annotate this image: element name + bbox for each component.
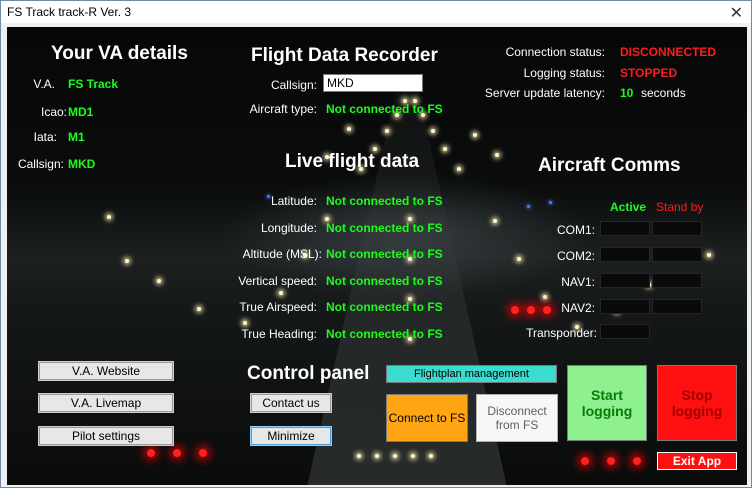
com2-label: COM2:: [556, 249, 595, 263]
nav1-active-field: [600, 273, 650, 288]
window-title: FS Track track-R Ver. 3: [7, 5, 132, 19]
nav2-active-field: [600, 299, 650, 314]
callsign-input[interactable]: [323, 74, 423, 92]
true-heading-value: Not connected to FS: [326, 327, 443, 341]
true-airspeed-label: True Airspeed:: [239, 300, 317, 314]
va-value: FS Track: [68, 77, 119, 91]
contact-us-button[interactable]: Contact us: [250, 393, 332, 413]
com2-active-field: [600, 247, 650, 262]
true-airspeed-value: Not connected to FS: [326, 300, 443, 314]
icao-value: MD1: [68, 105, 94, 119]
aircraft-type-value: Not connected to FS: [326, 102, 443, 116]
altitude-label: Altitude (MSL):: [242, 247, 322, 261]
nav1-standby-field: [652, 273, 702, 288]
connection-status-label: Connection status:: [505, 45, 605, 59]
iata-label: Iata:: [33, 130, 57, 144]
nav2-label: NAV2:: [561, 301, 595, 315]
logging-status-value: STOPPED: [620, 66, 678, 80]
vertical-speed-value: Not connected to FS: [326, 274, 443, 288]
longitude-label: Longitude:: [260, 221, 317, 235]
disconnect-from-fs-button[interactable]: Disconnect from FS: [476, 394, 558, 442]
flightplan-management-button[interactable]: Flightplan management: [386, 365, 557, 383]
close-icon[interactable]: ✕: [730, 3, 743, 23]
fdr-callsign-label: Callsign:: [270, 78, 317, 92]
connection-status-value: DISCONNECTED: [620, 45, 717, 59]
longitude-value: Not connected to FS: [326, 221, 443, 235]
va-details-heading: Your VA details: [51, 43, 188, 64]
latitude-value: Not connected to FS: [326, 194, 443, 208]
live-flight-data-heading: Live flight data: [285, 151, 420, 172]
va-livemap-button[interactable]: V.A. Livemap: [38, 393, 174, 413]
transponder-field: [600, 324, 650, 339]
comms-standby-label: Stand by: [656, 200, 704, 214]
va-callsign-value: MKD: [68, 157, 96, 171]
title-bar: FS Track track-R Ver. 3 ✕: [1, 1, 751, 23]
com1-label: COM1:: [556, 223, 595, 237]
iata-value: M1: [68, 130, 85, 144]
pilot-settings-button[interactable]: Pilot settings: [38, 426, 174, 446]
aircraft-comms-heading: Aircraft Comms: [538, 155, 681, 176]
exit-app-button[interactable]: Exit App: [657, 452, 737, 470]
logging-status-label: Logging status:: [523, 66, 605, 80]
latency-unit: seconds: [641, 86, 686, 100]
true-heading-label: True Heading:: [241, 327, 317, 341]
va-label: V.A.: [33, 77, 55, 91]
main-panel: Your VA details V.A. FS Track Icao: MD1 …: [7, 27, 747, 485]
com1-active-field: [600, 221, 650, 236]
altitude-value: Not connected to FS: [326, 247, 443, 261]
icao-label: Icao:: [40, 105, 67, 119]
va-callsign-label: Callsign:: [17, 157, 64, 171]
com1-standby-field: [652, 221, 702, 236]
connect-to-fs-button[interactable]: Connect to FS: [386, 394, 468, 442]
stop-logging-button[interactable]: Stop logging: [657, 365, 737, 441]
nav2-standby-field: [652, 299, 702, 314]
transponder-label: Transponder:: [526, 326, 597, 340]
com2-standby-field: [652, 247, 702, 262]
comms-active-label: Active: [610, 200, 647, 214]
control-panel-heading: Control panel: [247, 363, 370, 384]
aircraft-type-label: Aircraft type:: [249, 102, 317, 116]
fdr-heading: Flight Data Recorder: [251, 45, 438, 66]
nav1-label: NAV1:: [561, 275, 595, 289]
latitude-label: Latitude:: [270, 194, 317, 208]
minimize-button[interactable]: Minimize: [250, 426, 332, 446]
latency-label: Server update latency:: [484, 86, 605, 100]
start-logging-button[interactable]: Start logging: [567, 365, 647, 441]
vertical-speed-label: Vertical speed:: [238, 274, 317, 288]
app-window: FS Track track-R Ver. 3 ✕ Your VA detail…: [0, 0, 752, 488]
va-website-button[interactable]: V.A. Website: [38, 361, 174, 381]
latency-value: 10: [620, 86, 634, 100]
